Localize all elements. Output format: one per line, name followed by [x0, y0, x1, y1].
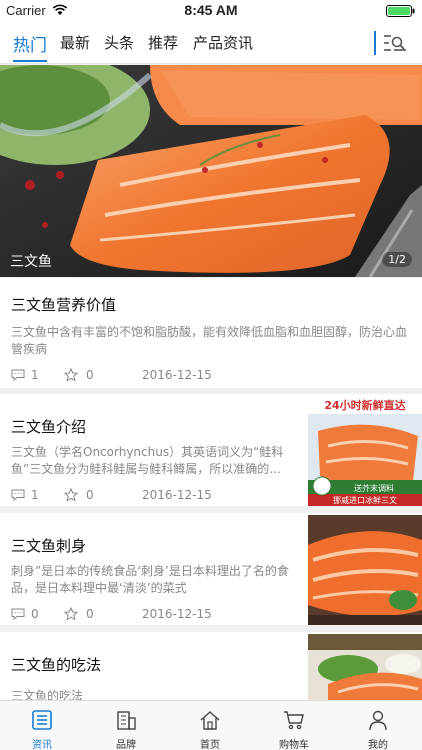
comment-count: 1 — [31, 488, 39, 502]
list-menu-icon[interactable] — [380, 30, 410, 56]
hero-banner[interactable] — [0, 65, 422, 277]
article-title: 三文鱼的吃法 — [11, 656, 102, 674]
comment-icon — [11, 369, 25, 384]
list-item[interactable]: 三文鱼刺身 刺身”是日本的传统食品‘刺身’是日本料理出了名的食品，是日本料理中最… — [0, 513, 422, 625]
news-icon — [32, 710, 52, 730]
tab-headlines[interactable]: 头条 — [104, 32, 134, 53]
list-item[interactable]: 三文鱼介绍 三文鱼（学名Oncorhynchus）其英语词义为“鲑科鱼”三文鱼分… — [0, 394, 422, 506]
article-summary: 三文鱼的吃法 — [11, 689, 84, 700]
article-summary: 刺身”是日本的传统食品‘刺身’是日本料理出了名的食品，是日本料理中最‘清淡’的菜… — [11, 564, 289, 595]
comment-icon — [11, 489, 25, 504]
nav-label: 资讯 — [32, 740, 52, 750]
tab-recommended[interactable]: 推荐 — [148, 32, 178, 53]
list-item[interactable]: 三文鱼的吃法 三文鱼的吃法 — [0, 632, 422, 700]
profile-icon — [369, 710, 387, 731]
nav-profile[interactable]: 我的 — [336, 701, 420, 750]
comment-count: 0 — [31, 607, 39, 621]
star-icon[interactable] — [63, 487, 79, 505]
article-date: 2016-12-15 — [142, 488, 212, 502]
category-tabs: 热门 最新 头条 推荐 产品资讯 — [0, 22, 422, 64]
nav-label: 首页 — [200, 740, 220, 750]
star-icon[interactable] — [63, 606, 79, 624]
article-date: 2016-12-15 — [142, 607, 212, 621]
nav-home[interactable]: 首页 — [168, 701, 252, 750]
feature-article[interactable]: 三文鱼营养价值 三文鱼中含有丰富的不饱和脂肪酸，能有效降低血脂和血胆固醇，防治心… — [0, 278, 422, 388]
status-bar: Carrier 8:45 AM — [0, 0, 422, 22]
hero-page-counter: 1/2 — [382, 252, 412, 267]
article-meta: 1 0 2016-12-15 — [11, 367, 271, 385]
star-count: 0 — [86, 607, 94, 621]
comment-icon — [11, 608, 25, 623]
article-thumbnail — [308, 515, 422, 625]
thumbnail-banner-text: 24小时新鲜直达 — [324, 398, 405, 412]
brand-icon — [117, 711, 136, 730]
tab-divider — [374, 31, 376, 55]
article-thumbnail: 24小时新鲜直达 送芥末调料 挪威进口冰鲜三文 — [308, 396, 422, 506]
cart-icon — [284, 711, 304, 730]
star-icon[interactable] — [63, 367, 79, 385]
article-date: 2016-12-15 — [142, 368, 212, 382]
nav-label: 我的 — [368, 740, 388, 750]
article-summary: 三文鱼（学名Oncorhynchus）其英语词义为“鲑科鱼”三文鱼分为鲑科鲑属与… — [11, 445, 284, 476]
nav-label: 购物车 — [279, 740, 309, 750]
thumbnail-badge-text: 送芥末调料 — [354, 483, 394, 493]
tab-product-news[interactable]: 产品资讯 — [193, 32, 253, 53]
clock: 8:45 AM — [184, 2, 238, 18]
battery-icon — [386, 5, 416, 17]
article-meta: 1 0 2016-12-15 — [11, 487, 271, 505]
article-title: 三文鱼介绍 — [11, 418, 87, 436]
article-summary: 三文鱼中含有丰富的不饱和脂肪酸，能有效降低血脂和血胆固醇，防治心血管疾病 — [11, 325, 408, 356]
article-title: 三文鱼刺身 — [11, 537, 87, 555]
tab-hot[interactable]: 热门 — [13, 31, 47, 56]
home-icon — [200, 711, 220, 730]
tab-latest[interactable]: 最新 — [60, 32, 90, 53]
star-count: 0 — [86, 368, 94, 382]
salmon-hero-image — [0, 65, 422, 277]
nav-brand[interactable]: 品牌 — [84, 701, 168, 750]
comment-count: 1 — [31, 368, 39, 382]
nav-cart[interactable]: 购物车 — [252, 701, 336, 750]
nav-label: 品牌 — [116, 740, 136, 750]
article-meta: 0 0 2016-12-15 — [11, 606, 271, 624]
nav-news[interactable]: 资讯 — [0, 701, 84, 750]
star-count: 0 — [86, 488, 94, 502]
active-tab-indicator — [13, 60, 47, 62]
article-title: 三文鱼营养价值 — [11, 296, 117, 314]
bottom-nav: 资讯 品牌 首页 购物车 我的 — [0, 700, 422, 750]
article-thumbnail — [308, 634, 422, 700]
thumbnail-badge-text: 挪威进口冰鲜三文 — [333, 495, 397, 505]
hero-caption: 三文鱼 — [10, 254, 52, 270]
